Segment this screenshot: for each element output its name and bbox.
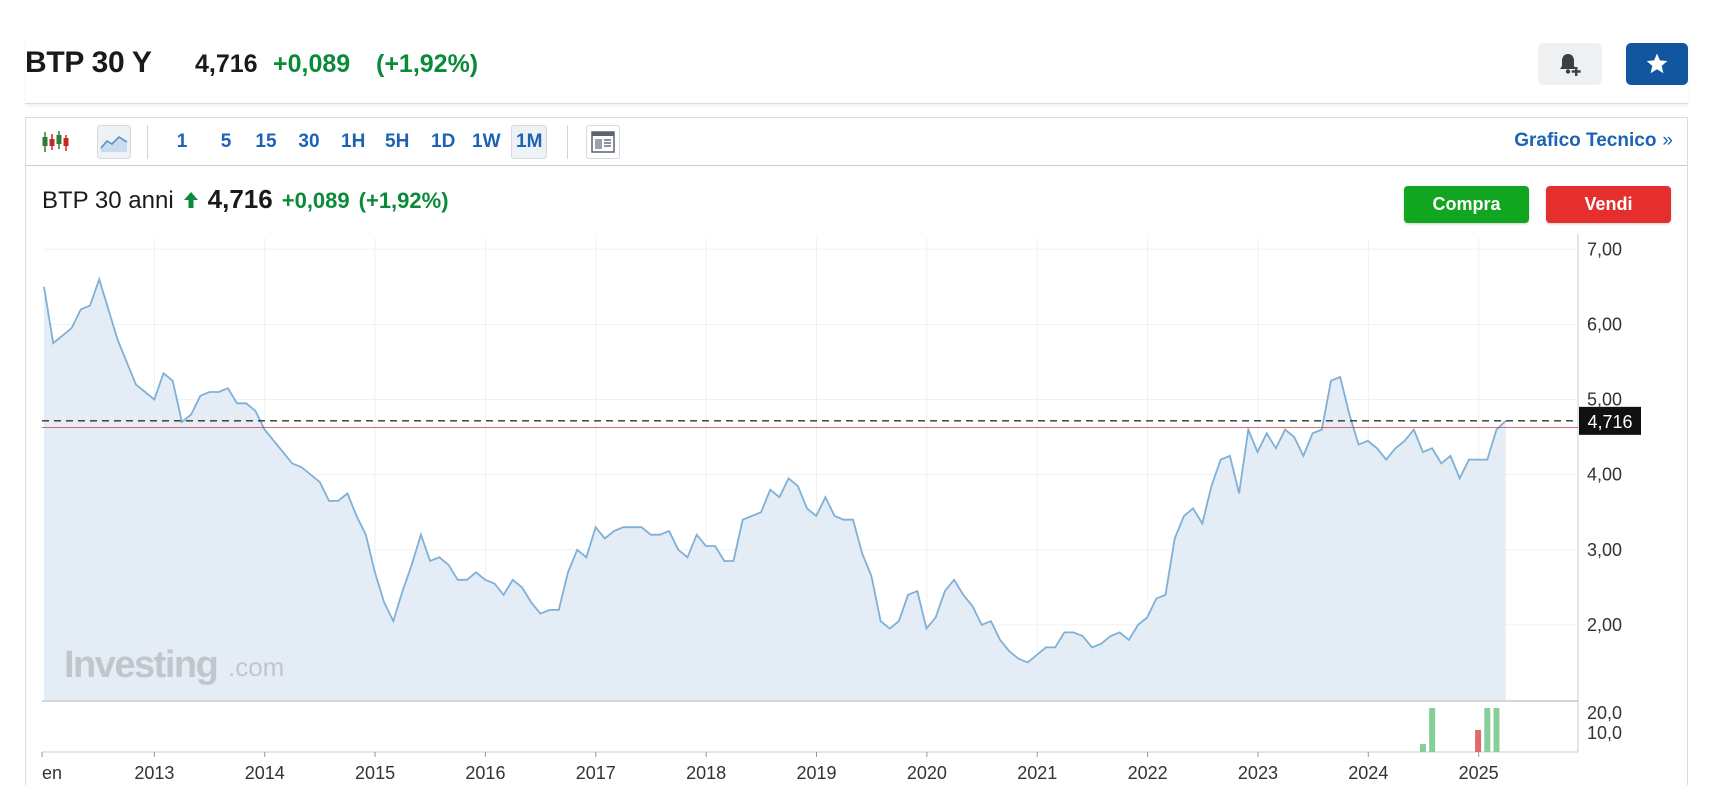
price-area bbox=[44, 279, 1506, 700]
y-tick-label: 7,00 bbox=[1587, 239, 1622, 259]
x-tick-label: 2014 bbox=[245, 763, 285, 783]
volume-bar bbox=[1475, 730, 1482, 752]
x-tick-label: 2017 bbox=[576, 763, 616, 783]
volume-tick-label: 20,0 bbox=[1587, 703, 1622, 723]
x-tick-label: 2018 bbox=[686, 763, 726, 783]
volume-bar bbox=[1429, 708, 1436, 752]
price-tag-label: 4,716 bbox=[1587, 412, 1632, 432]
y-tick-label: 2,00 bbox=[1587, 615, 1622, 635]
current-price-tag: 4,716 bbox=[1579, 406, 1641, 435]
x-tick-label: 2013 bbox=[134, 763, 174, 783]
x-tick-label: 2021 bbox=[1017, 763, 1057, 783]
y-axis: 7,00 6,00 5,00 4,00 3,00 2,00 bbox=[1587, 239, 1622, 635]
price-chart[interactable]: Investing .com 7,006,005,004,003,002,00 … bbox=[0, 0, 1721, 785]
x-tick-label: 2022 bbox=[1128, 763, 1168, 783]
x-tick-label: 2023 bbox=[1238, 763, 1278, 783]
x-tick-label: 2016 bbox=[465, 763, 505, 783]
watermark-brand: Investing bbox=[64, 644, 217, 686]
x-tick-label: 2020 bbox=[907, 763, 947, 783]
volume-bar bbox=[1419, 744, 1426, 752]
y-tick-label: 4,00 bbox=[1587, 465, 1622, 485]
watermark-suffix: .com bbox=[228, 652, 284, 682]
x-tick-label: en bbox=[42, 763, 62, 783]
volume-bar bbox=[1484, 708, 1491, 752]
y-tick-label: 3,00 bbox=[1587, 540, 1622, 560]
x-tick-label: 2025 bbox=[1459, 763, 1499, 783]
y-tick-label: 5,00 bbox=[1587, 390, 1622, 410]
volume-tick-label: 10,0 bbox=[1587, 723, 1622, 743]
x-tick-label: 2015 bbox=[355, 763, 395, 783]
x-tick-label: 2019 bbox=[796, 763, 836, 783]
volume-bar bbox=[1493, 708, 1500, 752]
x-axis: en 2013 2014 2015 2016 2017 2018 2019 2020 2021 20… bbox=[41, 752, 1499, 783]
x-tick-label: 2024 bbox=[1348, 763, 1388, 783]
volume-pane: 20,010,0 bbox=[1419, 703, 1622, 752]
y-tick-label: 6,00 bbox=[1587, 314, 1622, 334]
